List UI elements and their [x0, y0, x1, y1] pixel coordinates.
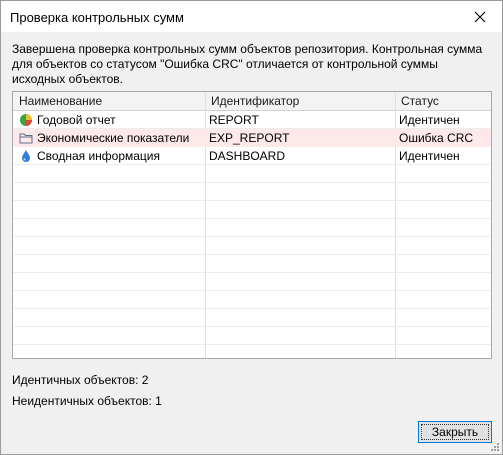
pie-chart-icon	[20, 114, 32, 126]
checksum-table[interactable]: Наименование Идентификатор Статус Годово…	[12, 91, 492, 359]
dialog-title: Проверка контрольных сумм	[10, 10, 184, 25]
row-name: Годовой отчет	[37, 113, 116, 127]
column-header-id[interactable]: Идентификатор	[205, 92, 395, 110]
identical-count: Идентичных объектов: 2	[12, 373, 149, 387]
row-status: Идентичен	[399, 113, 460, 127]
row-divider	[13, 344, 491, 345]
row-divider	[13, 290, 491, 291]
row-name: Сводная информация	[37, 149, 160, 163]
row-divider	[13, 236, 491, 237]
row-identifier: REPORT	[209, 113, 259, 127]
column-header-name[interactable]: Наименование	[13, 92, 205, 110]
close-button[interactable]: Закрыть	[418, 421, 492, 443]
row-status: Идентичен	[399, 149, 460, 163]
window-close-button[interactable]	[458, 1, 502, 32]
table-row[interactable]: Годовой отчет REPORT Идентичен	[13, 111, 491, 129]
row-divider	[13, 272, 491, 273]
dialog-window: Проверка контрольных сумм Завершена пров…	[0, 0, 503, 455]
row-divider	[13, 254, 491, 255]
title-bar: Проверка контрольных сумм	[1, 1, 502, 32]
row-divider	[13, 308, 491, 309]
row-divider	[13, 182, 491, 183]
folder-icon	[19, 133, 33, 144]
row-name: Экономические показатели	[37, 131, 190, 145]
table-row[interactable]: Сводная информация DASHBOARD Идентичен	[13, 147, 491, 165]
result-message: Завершена проверка контрольных сумм объе…	[12, 42, 483, 86]
table-row[interactable]: Экономические показатели EXP_REPORT Ошиб…	[13, 129, 491, 147]
row-status: Ошибка CRC	[399, 131, 474, 145]
nonidentical-count: Неидентичных объектов: 1	[12, 394, 162, 408]
row-divider	[13, 218, 491, 219]
table-header: Наименование Идентификатор Статус	[13, 92, 491, 111]
drop-icon	[22, 150, 30, 162]
close-icon	[474, 11, 486, 22]
row-divider	[13, 200, 491, 201]
row-identifier: EXP_REPORT	[209, 131, 290, 145]
focus-rectangle	[421, 424, 489, 440]
row-divider	[13, 326, 491, 327]
row-identifier: DASHBOARD	[209, 149, 286, 163]
column-header-status[interactable]: Статус	[395, 92, 491, 110]
resize-grip-icon[interactable]	[490, 442, 500, 452]
